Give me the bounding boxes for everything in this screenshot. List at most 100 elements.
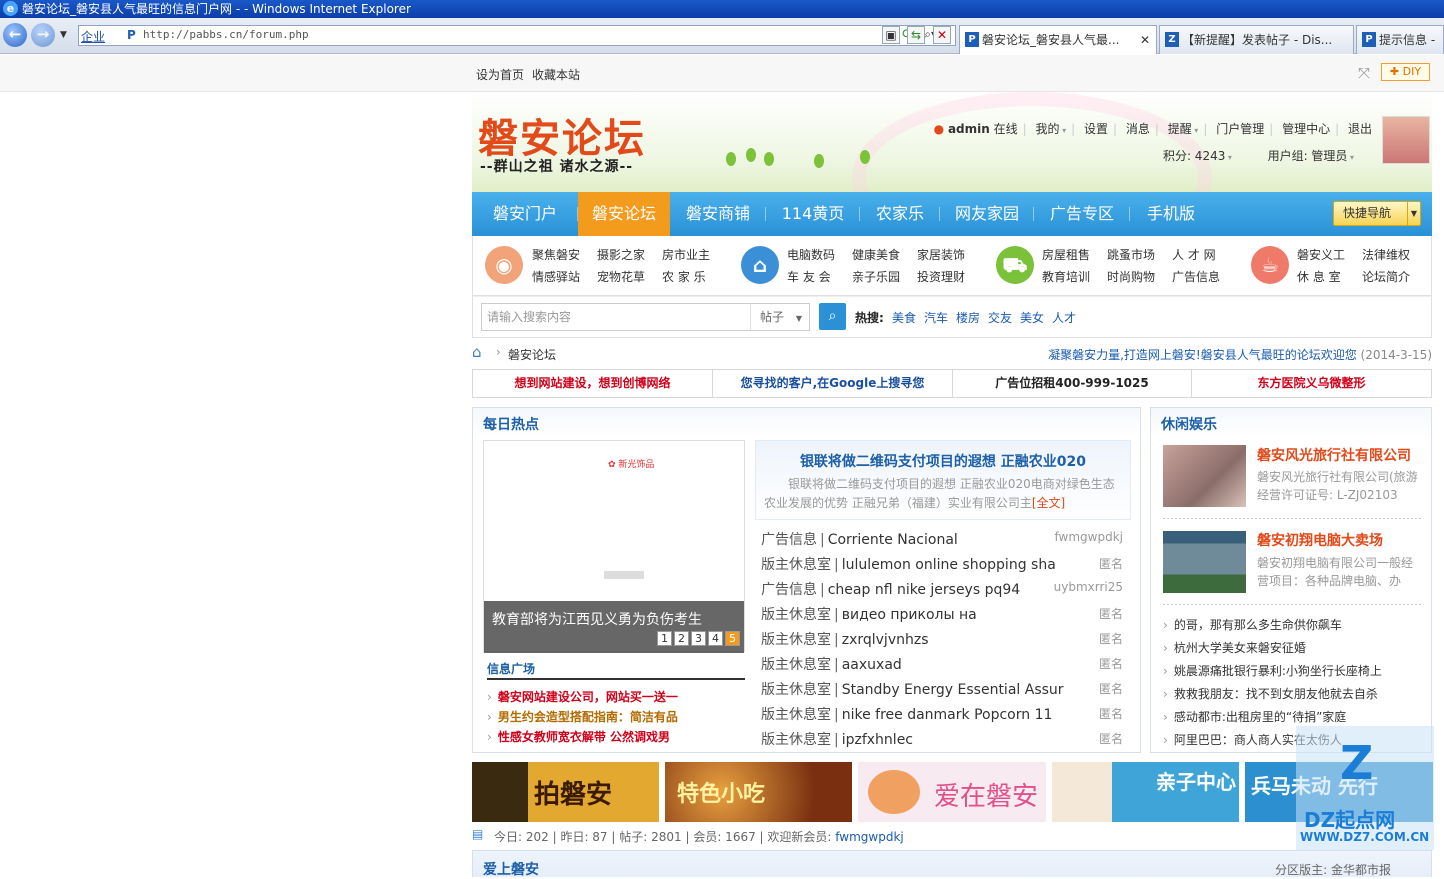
subnav-item[interactable]: 房市业主 xyxy=(662,246,710,263)
post-title[interactable]: zxrqlvjvnhzs xyxy=(842,632,929,648)
post-author[interactable]: fwmgwpdkj xyxy=(1055,530,1123,544)
post-category[interactable]: 广告信息 xyxy=(761,532,817,548)
post-title[interactable]: ipzfxhnlec xyxy=(842,732,913,748)
subnav-item[interactable]: 电脑数码 xyxy=(787,246,835,263)
post-category[interactable]: 版主休息室 xyxy=(761,557,831,573)
forward-icon[interactable]: → xyxy=(31,23,55,47)
logout-link[interactable]: 退出 xyxy=(1348,122,1372,136)
banner-snacks[interactable]: 特色小吃 xyxy=(665,762,852,822)
hot-search-link[interactable]: 美女 xyxy=(1020,309,1044,326)
nav-user-home[interactable]: 网友家园 xyxy=(940,192,1034,236)
post-category[interactable]: 版主休息室 xyxy=(761,682,831,698)
tab-new-post[interactable]: Z 【新提醒】发表帖子 - Dis... xyxy=(1159,25,1354,54)
subnav-item[interactable]: 车 友 会 xyxy=(787,268,831,285)
subnav-item[interactable]: 摄影之家 xyxy=(597,246,645,263)
reminders-menu[interactable]: 提醒 xyxy=(1168,122,1192,136)
info-item[interactable]: 男生约会造型搭配指南：简洁有品 xyxy=(487,708,678,725)
hot-search-link[interactable]: 人才 xyxy=(1052,309,1076,326)
hot-search-link[interactable]: 交友 xyxy=(988,309,1012,326)
subnav-item[interactable]: 聚焦磐安 xyxy=(532,246,580,263)
diy-button[interactable]: ✚ DIY xyxy=(1381,63,1430,81)
refresh-icon[interactable]: ⇆ xyxy=(907,26,925,44)
slide-page-button[interactable]: 2 xyxy=(674,631,689,646)
username-link[interactable]: admin xyxy=(948,122,990,136)
subnav-item[interactable]: 人 才 网 xyxy=(1172,246,1216,263)
user-group[interactable]: 用户组: 管理员 xyxy=(1268,149,1348,163)
list-item[interactable]: 广告信息 | Corriente Nacional fwmgwpdkj xyxy=(761,529,1125,551)
portal-admin-link[interactable]: 门户管理 xyxy=(1216,122,1264,136)
computer-store-image[interactable] xyxy=(1163,531,1246,593)
post-title[interactable]: aaxuxad xyxy=(842,657,902,673)
close-tab-icon[interactable]: ✕ xyxy=(1140,26,1150,54)
hot-search-link[interactable]: 楼房 xyxy=(956,309,980,326)
slide-page-button[interactable]: 5 xyxy=(725,631,740,646)
search-type-select[interactable]: 帖子 ▼ xyxy=(750,303,810,331)
subnav-item[interactable]: 磐安义工 xyxy=(1297,246,1345,263)
nav-mobile[interactable]: 手机版 xyxy=(1130,192,1212,236)
list-item[interactable]: 版主休息室 | aaxuxad 匿名 xyxy=(761,654,1125,676)
back-icon[interactable]: ← xyxy=(3,23,27,47)
list-item[interactable]: 版主休息室 | nike free danmark Popcorn 11 匿名 xyxy=(761,704,1125,726)
text-ad[interactable]: 想到网站建设，想到创博网络 xyxy=(473,370,713,397)
subnav-item[interactable]: 情感驿站 xyxy=(532,268,580,285)
newest-member-link[interactable]: fwmgwpdkj xyxy=(835,830,903,844)
list-item[interactable]: 版主休息室 | Standby Energy Essential Assur 匿名 xyxy=(761,679,1125,701)
post-category[interactable]: 版主休息室 xyxy=(761,607,831,623)
subnav-item[interactable]: 跳蚤市场 xyxy=(1107,246,1155,263)
text-ad[interactable]: 广告位招租400-999-1025 xyxy=(953,370,1192,397)
post-author[interactable]: uybmxrri25 xyxy=(1054,580,1123,594)
list-item[interactable]: 姚晨源痛批银行暴利:小狗坐行长座椅上 xyxy=(1163,662,1382,679)
hot-search-link[interactable]: 汽车 xyxy=(924,309,948,326)
post-category[interactable]: 版主休息室 xyxy=(761,707,831,723)
home-icon[interactable]: ⌂ xyxy=(472,343,482,361)
history-dropdown-icon[interactable]: ▼ xyxy=(60,30,67,40)
subnav-item[interactable]: 房屋租售 xyxy=(1042,246,1090,263)
feature-title[interactable]: 磐安风光旅行社有限公司 xyxy=(1257,445,1411,465)
fullscreen-icon[interactable]: ⤧ xyxy=(1358,64,1370,82)
breadcrumb-current[interactable]: 磐安论坛 xyxy=(508,346,556,363)
list-item[interactable]: 广告信息 | cheap nfl nike jerseys pq94 uybmxrri… xyxy=(761,579,1125,601)
subnav-item[interactable]: 时尚购物 xyxy=(1107,268,1155,285)
set-home-link[interactable]: 设为首页 xyxy=(476,66,524,83)
nav-portal[interactable]: 磐安门户 xyxy=(472,192,578,236)
list-item[interactable]: 杭州大学美女来磐安征婚 xyxy=(1163,639,1306,656)
nav-yellow-pages[interactable]: 114黄页 xyxy=(766,192,860,236)
banner-photo-panan[interactable]: 拍磐安 xyxy=(472,762,659,822)
subnav-item[interactable]: 农 家 乐 xyxy=(662,268,706,285)
slide-page-button[interactable]: 3 xyxy=(691,631,706,646)
list-item[interactable]: 版主休息室 | ipzfxhnlec 匿名 xyxy=(761,729,1125,751)
search-input[interactable]: 请输入搜索内容 xyxy=(481,303,751,331)
banner-love-panan[interactable]: 爱在磐安 xyxy=(858,762,1046,822)
list-item[interactable]: 救救我朋友：找不到女朋友他就去自杀 xyxy=(1163,685,1378,702)
post-category[interactable]: 版主休息室 xyxy=(761,657,831,673)
tab-pabbs[interactable]: P 磐安论坛_磐安县人气最... ✕ xyxy=(959,25,1157,54)
post-title[interactable]: Standby Energy Essential Assur xyxy=(842,682,1064,698)
list-item[interactable]: 感动都市:出租房里的“待捐”家庭 xyxy=(1163,708,1346,725)
nav-shops[interactable]: 磐安商铺 xyxy=(670,192,766,236)
slide-page-button[interactable]: 4 xyxy=(708,631,723,646)
subnav-item[interactable]: 投资理财 xyxy=(917,268,965,285)
subnav-item[interactable]: 休 息 室 xyxy=(1297,268,1341,285)
my-menu[interactable]: 我的 xyxy=(1036,122,1060,136)
compat-mode-dropdown[interactable]: 企业 xyxy=(81,28,105,45)
announcement[interactable]: 凝聚磐安力量,打造网上磐安!磐安县人气最旺的论坛欢迎您 (2014-3-15) xyxy=(1048,346,1432,363)
nav-forum[interactable]: 磐安论坛 xyxy=(578,192,670,236)
tab-notice[interactable]: P 提示信息 - xyxy=(1356,25,1444,54)
info-item[interactable]: 磐安网站建设公司，网站买一送一 xyxy=(487,688,678,705)
subnav-item[interactable]: 论坛简介 xyxy=(1362,268,1410,285)
url-text[interactable]: http://pabbs.cn/forum.php xyxy=(143,28,309,41)
post-category[interactable]: 版主休息室 xyxy=(761,732,831,748)
nav-ads[interactable]: 广告专区 xyxy=(1034,192,1130,236)
post-title[interactable]: cheap nfl nike jerseys pq94 xyxy=(828,582,1020,598)
text-ad[interactable]: 东方医院义乌微整形 xyxy=(1192,370,1431,397)
quick-nav-button[interactable]: 快捷导航 ▼ xyxy=(1333,201,1421,226)
bookmark-link[interactable]: 收藏本站 xyxy=(532,66,580,83)
read-more-link[interactable]: [全文] xyxy=(1032,496,1065,510)
admin-center-link[interactable]: 管理中心 xyxy=(1282,122,1330,136)
post-title[interactable]: nike free danmark Popcorn 11 xyxy=(842,707,1053,723)
rss-icon[interactable]: ▣ xyxy=(882,26,900,44)
nav-farm-stay[interactable]: 农家乐 xyxy=(860,192,940,236)
subnav-item[interactable]: 法律维权 xyxy=(1362,246,1410,263)
list-item[interactable]: 版主休息室 | zxrqlvjvnhzs 匿名 xyxy=(761,629,1125,651)
section-title[interactable]: 爱上磐安 xyxy=(483,859,539,879)
